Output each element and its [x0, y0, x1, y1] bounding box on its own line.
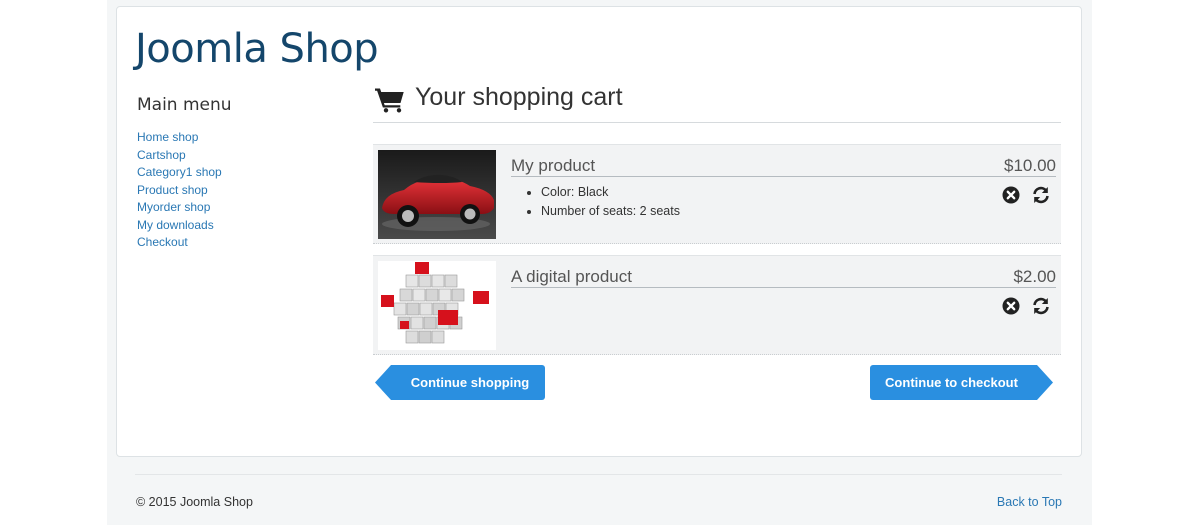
refresh-icon[interactable] — [1031, 296, 1051, 316]
item-header: A digital product $2.00 — [511, 266, 1056, 288]
menu-link-home-shop[interactable]: Home shop — [137, 130, 198, 144]
footer-divider — [135, 474, 1062, 475]
remove-circle-icon[interactable] — [1001, 296, 1021, 316]
item-attribute: Number of seats: 2 seats — [541, 202, 680, 221]
menu-item: Cartshop — [137, 146, 222, 164]
menu-item: Myorder shop — [137, 198, 222, 216]
menu-link-checkout[interactable]: Checkout — [137, 235, 188, 249]
item-actions — [1001, 185, 1051, 205]
menu-link-myorder-shop[interactable]: Myorder shop — [137, 200, 210, 214]
item-actions — [1001, 296, 1051, 316]
continue-shopping-button[interactable]: Continue shopping — [375, 365, 545, 400]
menu-item: Home shop — [137, 128, 222, 146]
item-price: $10.00 — [1004, 156, 1056, 175]
menu-link-cartshop[interactable]: Cartshop — [137, 148, 186, 162]
product-image-cube-blocks — [378, 261, 496, 350]
menu-item: Product shop — [137, 181, 222, 199]
product-image-red-sports-car — [378, 150, 496, 239]
item-attributes: Color: Black Number of seats: 2 seats — [541, 183, 680, 221]
cart-header: Your shopping cart — [373, 83, 1061, 123]
menu-item: My downloads — [137, 216, 222, 234]
continue-to-checkout-button[interactable]: Continue to checkout — [870, 365, 1053, 400]
item-name[interactable]: My product — [511, 156, 595, 176]
menu-item: Checkout — [137, 233, 222, 251]
item-header: My product $10.00 — [511, 155, 1056, 177]
remove-circle-icon[interactable] — [1001, 185, 1021, 205]
menu-title: Main menu — [137, 95, 232, 115]
menu-item: Category1 shop — [137, 163, 222, 181]
shopping-cart-icon — [374, 87, 405, 118]
menu-link-my-downloads[interactable]: My downloads — [137, 218, 214, 232]
menu-link-product-shop[interactable]: Product shop — [137, 183, 208, 197]
site-title[interactable]: Joomla Shop — [135, 26, 379, 72]
cart-item: A digital product $2.00 — [373, 255, 1061, 355]
back-to-top-link[interactable]: Back to Top — [997, 495, 1062, 509]
menu-link-category1-shop[interactable]: Category1 shop — [137, 165, 222, 179]
item-attribute: Color: Black — [541, 183, 680, 202]
footer-copyright: © 2015 Joomla Shop — [136, 495, 253, 509]
cart-title: Your shopping cart — [415, 83, 623, 111]
item-name[interactable]: A digital product — [511, 267, 632, 287]
cart-item: My product $10.00 Color: Black Number of… — [373, 144, 1061, 244]
item-price: $2.00 — [1013, 267, 1056, 286]
refresh-icon[interactable] — [1031, 185, 1051, 205]
main-menu: Home shop Cartshop Category1 shop Produc… — [137, 128, 222, 251]
